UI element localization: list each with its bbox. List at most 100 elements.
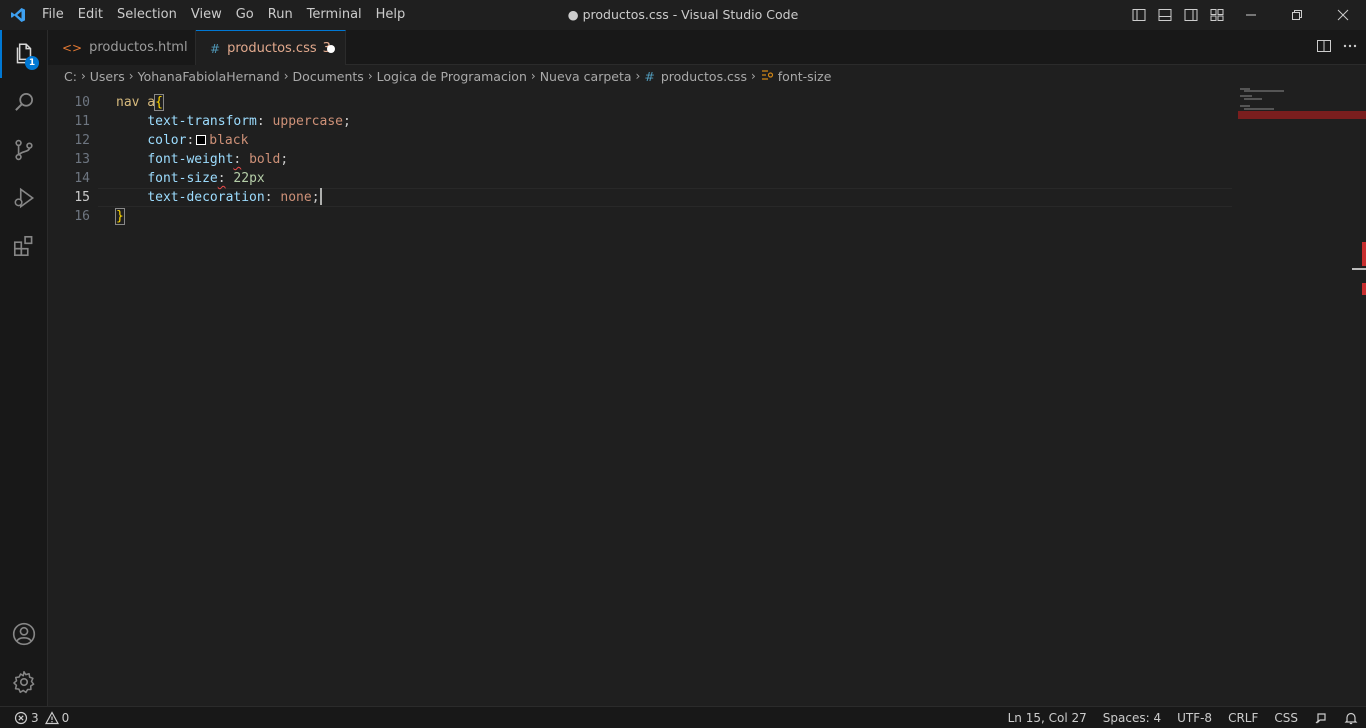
code-line: } (115, 207, 125, 226)
breadcrumb-item[interactable]: productos.css (661, 69, 747, 84)
notifications-bell-icon[interactable] (1336, 707, 1366, 728)
encoding[interactable]: UTF-8 (1169, 707, 1220, 728)
indentation[interactable]: Spaces: 4 (1095, 707, 1169, 728)
line-ending[interactable]: CRLF (1220, 707, 1266, 728)
customize-layout-icon[interactable] (1206, 4, 1228, 26)
line-number: 12 (74, 133, 90, 148)
css-property: font-weight (147, 152, 234, 167)
css-value: uppercase (272, 114, 343, 129)
activity-bar: 1 (0, 30, 48, 706)
toggle-primary-sidebar-icon[interactable] (1128, 4, 1150, 26)
window-controls (1228, 0, 1366, 30)
tab-productos-css[interactable]: # productos.css 3 (196, 30, 346, 66)
close-icon[interactable] (1320, 0, 1366, 30)
line-number: 14 (74, 171, 90, 186)
chevron-right-icon: › (283, 69, 289, 83)
css-value: 22px (233, 171, 265, 186)
css-value: none (280, 190, 312, 205)
line-number: 10 (74, 95, 90, 110)
color-swatch-icon[interactable] (196, 135, 207, 145)
language-mode[interactable]: CSS (1266, 707, 1306, 728)
error-count: 3 (31, 711, 39, 725)
menu-run[interactable]: Run (261, 0, 300, 30)
menu-help[interactable]: Help (369, 0, 413, 30)
status-bar: 3 0 Ln 15, Col 27 Spaces: 4 UTF-8 CRLF C… (0, 706, 1366, 728)
css-file-icon: # (644, 68, 655, 84)
breadcrumb-item[interactable]: C: (64, 69, 77, 84)
chevron-right-icon: › (80, 69, 86, 83)
manage-gear-icon[interactable] (0, 658, 48, 706)
breadcrumb-item[interactable]: Nueva carpeta (540, 69, 632, 84)
line-number: 11 (74, 114, 90, 129)
breadcrumb-item[interactable]: Documents (293, 69, 364, 84)
line-number: 16 (74, 209, 90, 224)
css-value: bold (249, 152, 281, 167)
tab-label: productos.html (89, 40, 188, 55)
css-property: text-transform (147, 114, 257, 129)
editor-actions (1316, 30, 1358, 65)
code-line: text-decoration: none; (147, 188, 322, 205)
explorer-icon[interactable]: 1 (0, 30, 48, 78)
menu-edit[interactable]: Edit (71, 0, 110, 30)
menu-bar: File Edit Selection View Go Run Terminal… (35, 0, 412, 30)
html-file-icon: <> (62, 40, 83, 55)
chevron-right-icon: › (635, 69, 641, 83)
menu-terminal[interactable]: Terminal (300, 0, 369, 30)
vertical-scrollbar[interactable] (1352, 87, 1366, 706)
tab-label: productos.css (227, 41, 317, 56)
code-line: font-weight: bold; (147, 152, 289, 167)
toggle-secondary-sidebar-icon[interactable] (1180, 4, 1202, 26)
breadcrumb-item[interactable]: font-size (778, 69, 832, 84)
warning-icon (44, 711, 59, 725)
css-selector: nav a (116, 95, 156, 110)
css-property: font-size (147, 171, 218, 186)
text-cursor (319, 188, 322, 205)
warning-count: 0 (61, 711, 70, 725)
error-icon (14, 711, 28, 725)
line-number: 15 (74, 190, 90, 205)
feedback-icon[interactable] (1306, 707, 1336, 728)
cursor-position[interactable]: Ln 15, Col 27 (1000, 707, 1095, 728)
more-actions-icon[interactable] (1342, 38, 1358, 58)
tab-bar: <> productos.html # productos.css 3 (48, 30, 1366, 66)
line-number: 13 (74, 152, 90, 167)
extensions-icon[interactable] (0, 222, 48, 270)
toggle-panel-icon[interactable] (1154, 4, 1176, 26)
menu-file[interactable]: File (35, 0, 71, 30)
symbol-property-icon (760, 68, 774, 85)
problems-indicator[interactable]: 3 0 (14, 707, 69, 728)
css-property: text-decoration (147, 190, 265, 205)
code-line: color: black (147, 133, 249, 148)
unsaved-dot-icon[interactable] (327, 45, 335, 53)
chevron-right-icon: › (128, 69, 134, 83)
restore-icon[interactable] (1274, 0, 1320, 30)
layout-controls (1128, 0, 1228, 30)
accounts-icon[interactable] (0, 610, 48, 658)
open-brace: { (154, 94, 164, 111)
breadcrumb-item[interactable]: Users (90, 69, 125, 84)
breadcrumb-item[interactable]: Logica de Programacion (377, 69, 527, 84)
split-editor-icon[interactable] (1316, 38, 1332, 58)
minimize-icon[interactable] (1228, 0, 1274, 30)
chevron-right-icon: › (367, 69, 373, 83)
code-editor[interactable]: 10 11 12 13 14 15 16 nav a{ text-transfo… (48, 87, 1366, 706)
breadcrumb: C: › Users › YohanaFabiolaHernand › Docu… (48, 65, 1366, 87)
code-line: nav a{ (116, 93, 164, 112)
tab-productos-html[interactable]: <> productos.html (48, 30, 196, 65)
breadcrumb-item[interactable]: YohanaFabiolaHernand (138, 69, 280, 84)
run-and-debug-icon[interactable] (0, 174, 48, 222)
close-brace: } (115, 208, 125, 225)
explorer-badge: 1 (25, 56, 39, 70)
css-file-icon: # (210, 41, 221, 56)
code-line: font-size: 22px (147, 171, 265, 186)
menu-view[interactable]: View (184, 0, 229, 30)
css-value: black (209, 133, 249, 148)
vscode-logo-icon (0, 0, 35, 30)
status-right-items: Ln 15, Col 27 Spaces: 4 UTF-8 CRLF CSS (1000, 707, 1366, 728)
title-bar: File Edit Selection View Go Run Terminal… (0, 0, 1366, 30)
menu-selection[interactable]: Selection (110, 0, 184, 30)
menu-go[interactable]: Go (229, 0, 261, 30)
search-icon[interactable] (0, 78, 48, 126)
source-control-icon[interactable] (0, 126, 48, 174)
minimap[interactable] (1238, 87, 1366, 127)
